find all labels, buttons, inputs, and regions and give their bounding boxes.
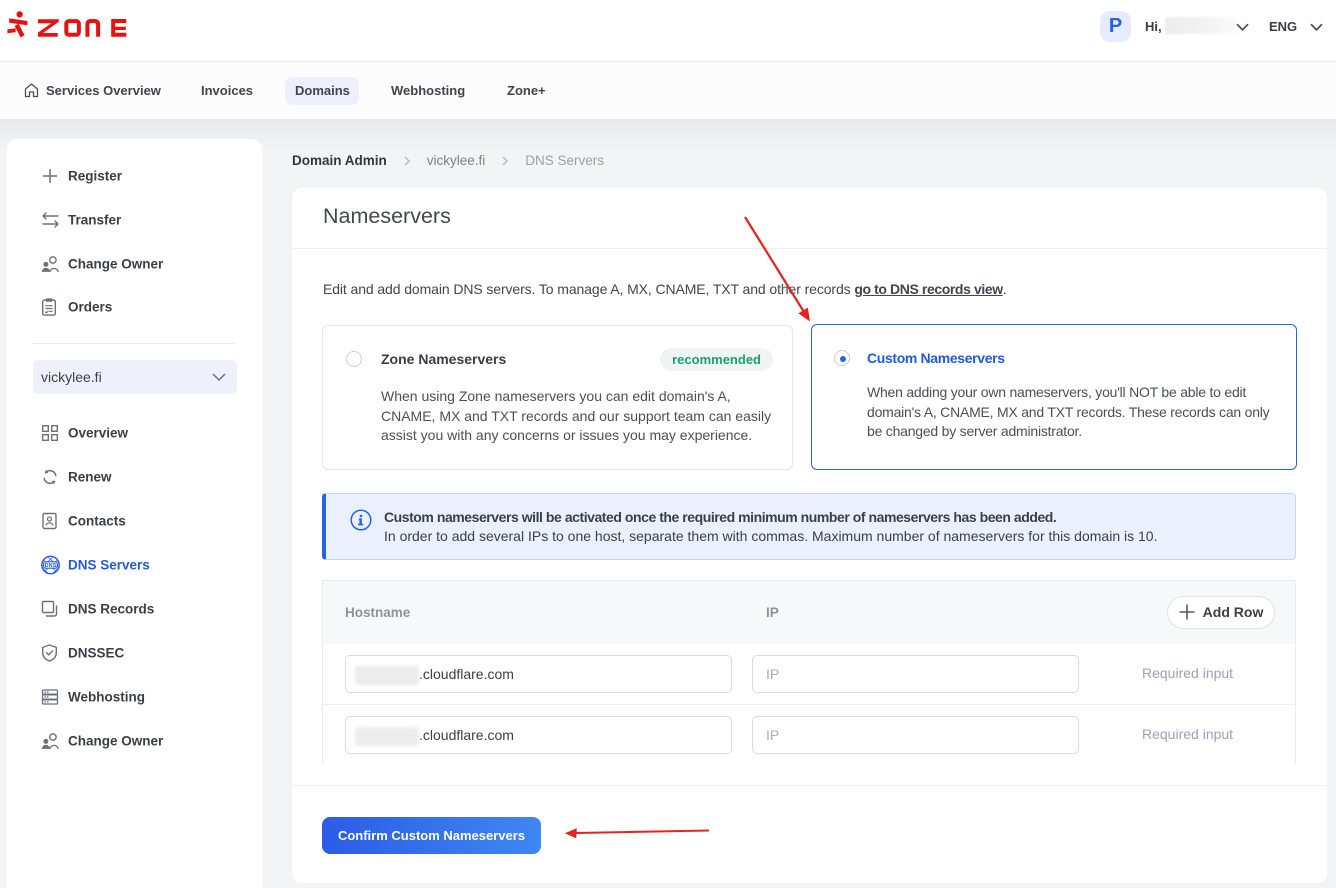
svg-text:DNS: DNS	[45, 563, 57, 569]
